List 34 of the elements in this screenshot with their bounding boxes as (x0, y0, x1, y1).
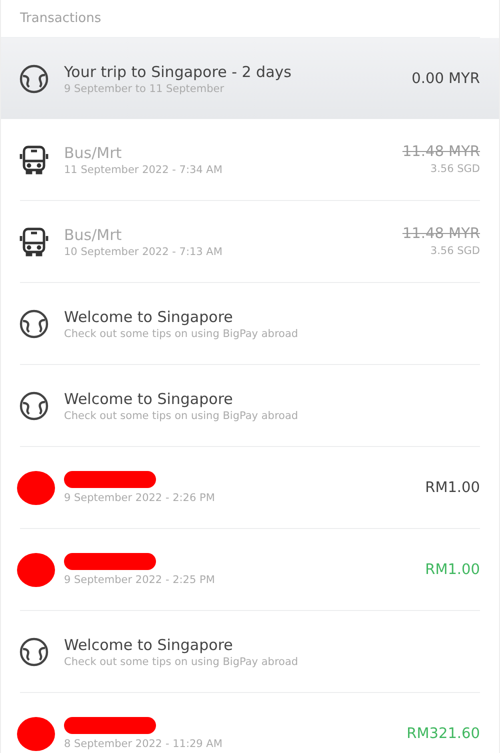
transaction-date: 9 September to 11 September (64, 82, 226, 94)
transaction-date: Check out some tips on using BigPay abroad (64, 410, 300, 422)
transaction-title: Bus/Mrt (64, 226, 123, 244)
globe-icon (19, 390, 49, 420)
bus-icon (19, 144, 49, 174)
transaction-date: Check out some tips on using BigPay abroad (64, 328, 300, 340)
transaction-date: 8 September 2022 - 11:29 AM (64, 738, 224, 750)
globe-icon (19, 636, 49, 666)
transaction-date: 10 September 2022 - 7:13 AM (64, 246, 224, 258)
transaction-amount: 11.48 MYR (402, 144, 480, 160)
transaction-title: Welcome to Singapore (64, 308, 234, 326)
bus-icon (19, 226, 49, 256)
transaction-date: 11 September 2022 - 7:34 AM (64, 164, 224, 176)
transaction-amount: 0.00 MYR (412, 70, 480, 86)
redaction-mark (17, 716, 55, 750)
transaction-title: Welcome to Singapore (64, 636, 234, 654)
transaction-amount: 11.48 MYR (402, 226, 480, 242)
globe-icon (19, 64, 49, 94)
redaction-mark (17, 552, 55, 586)
transaction-title: Your trip to Singapore - 2 days (64, 62, 292, 80)
transaction-title: Welcome to Singapore (64, 390, 234, 408)
transaction-date: Check out some tips on using BigPay abroad (64, 656, 300, 668)
transaction-amount: RM1.00 (425, 480, 480, 496)
transaction-row[interactable]: Your trip to Singapore - 2 days 9 September to 11 September 0.00 MYR (1, 38, 499, 119)
transaction-date: 9 September 2022 - 2:25 PM (64, 574, 216, 586)
transaction-date: 9 September 2022 - 2:26 PM (64, 492, 216, 504)
redaction-mark (17, 470, 55, 504)
transaction-amount: RM1.00 (425, 562, 480, 578)
transaction-title: Bus/Mrt (64, 144, 123, 162)
globe-icon (19, 308, 49, 338)
transaction-amount: RM321.60 (406, 726, 480, 742)
section-title: Transactions (20, 11, 102, 26)
converted-amount: 3.56 SGD (430, 245, 480, 257)
converted-amount: 3.56 SGD (430, 163, 480, 175)
